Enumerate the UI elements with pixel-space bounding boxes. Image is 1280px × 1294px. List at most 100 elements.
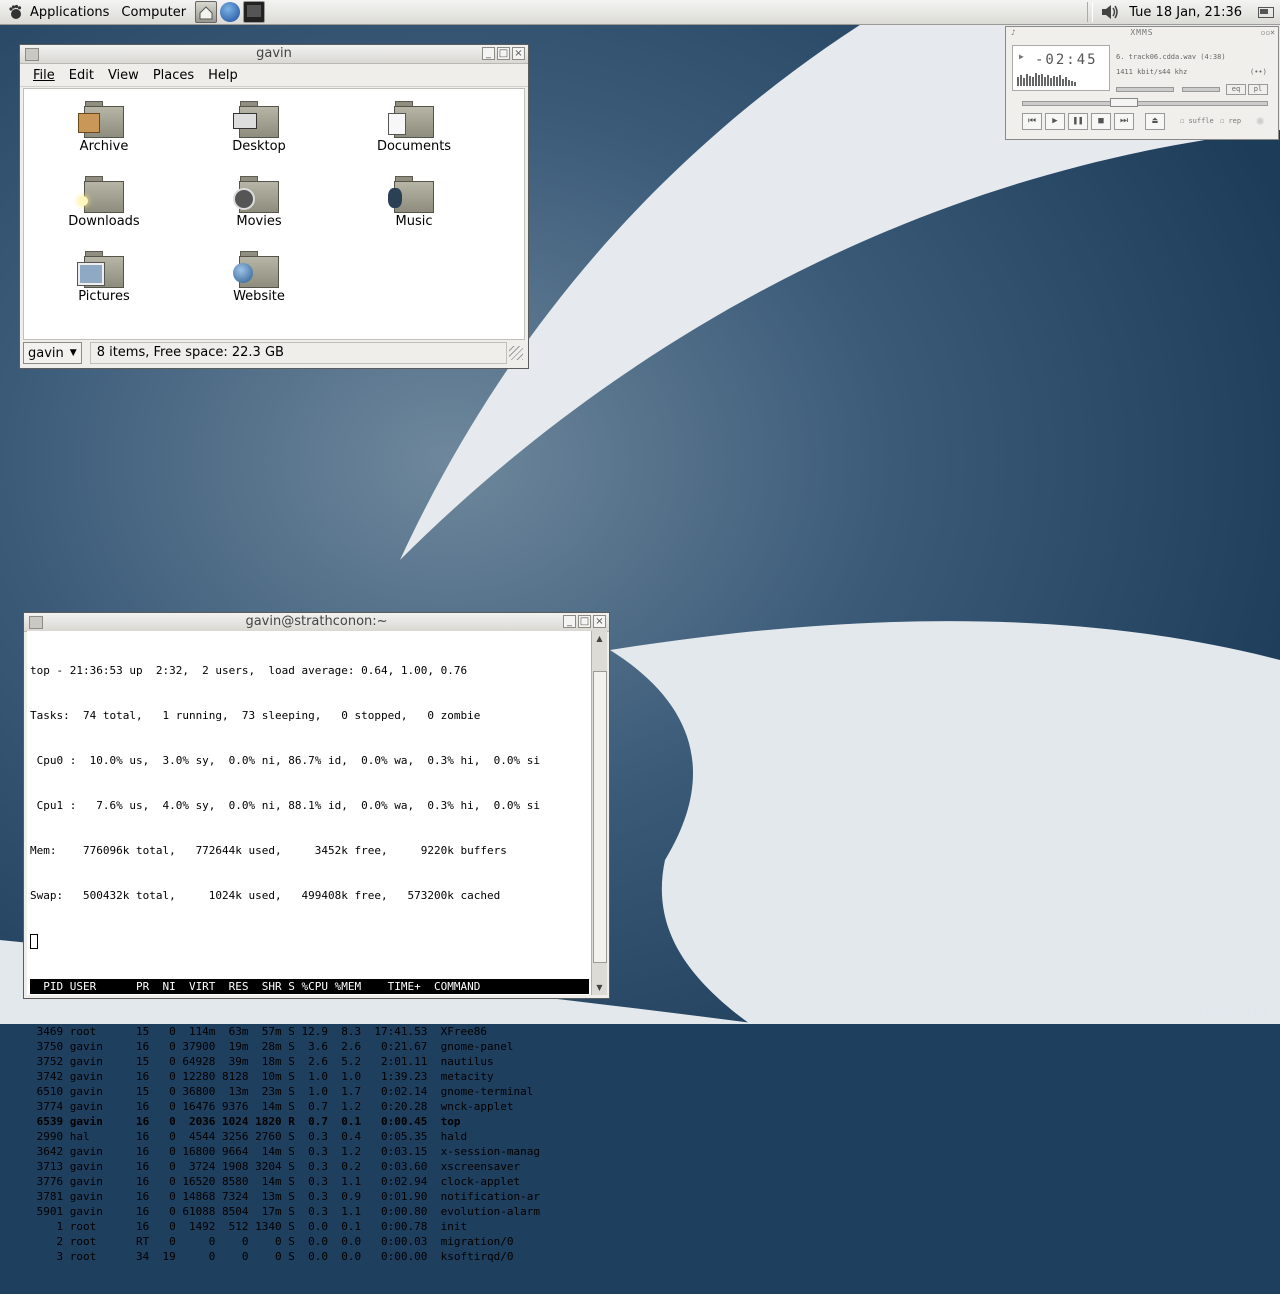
xmms-display: ▶ -02:45 bbox=[1012, 45, 1110, 91]
xmms-seek-thumb[interactable] bbox=[1110, 98, 1138, 107]
folder-icon bbox=[233, 251, 279, 288]
folder-icon bbox=[78, 176, 124, 213]
folder-pictures[interactable]: Pictures bbox=[49, 247, 159, 304]
home-icon[interactable] bbox=[195, 1, 218, 23]
top-summary-line: Cpu1 : 7.6% us, 4.0% sy, 0.0% ni, 88.1% … bbox=[30, 799, 540, 812]
xmms-play-indicator-icon: ▶ bbox=[1019, 52, 1024, 61]
maximize-button[interactable]: □ bbox=[497, 47, 510, 60]
terminal-icon[interactable] bbox=[243, 1, 266, 23]
terminal-content[interactable]: top - 21:36:53 up 2:32, 2 users, load av… bbox=[27, 631, 591, 1263]
maximize-button[interactable]: □ bbox=[578, 615, 591, 628]
xmms-volume-slider[interactable] bbox=[1116, 87, 1174, 92]
terminal-scrollbar[interactable]: ▲ ▼ bbox=[591, 631, 607, 995]
terminal-titlebar[interactable]: gavin@strathconon:~ _ □ × bbox=[24, 613, 609, 632]
process-row: 3469 root 15 0 114m 63m 57m S 12.9 8.3 1… bbox=[30, 1024, 487, 1038]
shuffle-toggle[interactable]: ☐ suffle bbox=[1180, 117, 1214, 125]
gnome-foot-icon[interactable] bbox=[6, 3, 24, 21]
folder-label: Documents bbox=[376, 139, 452, 154]
desktop-emblem-icon bbox=[233, 113, 257, 129]
xmms-pl-button[interactable]: pl bbox=[1248, 84, 1268, 95]
previous-icon[interactable]: ⏮ bbox=[1022, 113, 1042, 130]
xmms-channels: (••) bbox=[1250, 68, 1267, 76]
process-row: 3713 gavin 16 0 3724 1908 3204 S 0.3 0.2… bbox=[30, 1159, 521, 1173]
folder-music[interactable]: Music bbox=[359, 172, 469, 229]
window-title: gavin@strathconon:~ bbox=[245, 614, 388, 629]
close-button[interactable]: × bbox=[512, 47, 525, 60]
menu-help[interactable]: Help bbox=[201, 68, 245, 83]
process-row: 3774 gavin 16 0 16476 9376 14m S 0.7 1.2… bbox=[30, 1099, 514, 1113]
repeat-toggle[interactable]: ☐ rep bbox=[1220, 117, 1241, 125]
folder-icon bbox=[388, 176, 434, 213]
top-summary-line: Cpu0 : 10.0% us, 3.0% sy, 0.0% ni, 86.7%… bbox=[30, 754, 540, 767]
file-manager-titlebar[interactable]: gavin _ □ × bbox=[20, 45, 528, 64]
process-row: 6510 gavin 15 0 36800 13m 23m S 1.0 1.7 … bbox=[30, 1084, 534, 1098]
menu-file[interactable]: File bbox=[26, 68, 62, 83]
film-reel-emblem-icon bbox=[233, 188, 255, 210]
xmms-samplerate: 44 khz bbox=[1162, 68, 1188, 76]
icon-view[interactable]: Archive Desktop Documents Downloads Movi… bbox=[23, 88, 525, 340]
top-panel: Applications Computer Tue 18 Jan, 21:36 bbox=[0, 0, 1280, 25]
battery-icon[interactable] bbox=[1258, 6, 1274, 18]
top-summary-line: Tasks: 74 total, 1 running, 73 sleeping,… bbox=[30, 709, 481, 722]
repeat-label: rep bbox=[1228, 117, 1242, 125]
window-menu-icon[interactable] bbox=[25, 48, 39, 61]
eject-icon[interactable]: ⏏ bbox=[1145, 113, 1165, 130]
xmms-window-buttons[interactable]: ▫▫× bbox=[1261, 27, 1275, 39]
xmms-time[interactable]: -02:45 bbox=[1035, 52, 1098, 68]
window-menu-icon[interactable] bbox=[29, 616, 43, 629]
top-output: top - 21:36:53 up 2:32, 2 users, load av… bbox=[27, 631, 591, 1294]
stop-icon[interactable]: ■ bbox=[1091, 113, 1111, 130]
volume-icon[interactable] bbox=[1099, 2, 1121, 22]
folder-desktop[interactable]: Desktop bbox=[204, 97, 314, 154]
computer-menu[interactable]: Computer bbox=[115, 5, 192, 20]
minimize-button[interactable]: _ bbox=[482, 47, 495, 60]
documents-emblem-icon bbox=[388, 113, 406, 135]
panel-clock[interactable]: Tue 18 Jan, 21:36 bbox=[1129, 5, 1242, 20]
folder-downloads[interactable]: Downloads bbox=[49, 172, 159, 229]
file-manager-window: gavin _ □ × File Edit View Places Help A… bbox=[19, 44, 529, 369]
next-icon[interactable]: ⏭ bbox=[1114, 113, 1134, 130]
xmms-balance-slider[interactable] bbox=[1182, 87, 1220, 92]
xmms-eq-button[interactable]: eq bbox=[1226, 84, 1246, 95]
top-summary-line: Mem: 776096k total, 772644k used, 3452k … bbox=[30, 844, 507, 857]
folder-label: Website bbox=[233, 289, 285, 304]
process-row: 2990 hal 16 0 4544 3256 2760 S 0.3 0.4 0… bbox=[30, 1129, 468, 1143]
box-emblem-icon bbox=[78, 113, 100, 133]
process-row: 6539 gavin 16 0 2036 1024 1820 R 0.7 0.1… bbox=[30, 1114, 461, 1128]
scroll-down-icon[interactable]: ▼ bbox=[592, 980, 607, 995]
terminal-cursor bbox=[30, 933, 591, 949]
scroll-up-icon[interactable]: ▲ bbox=[592, 631, 607, 646]
xmms-seek-bar[interactable] bbox=[1022, 101, 1268, 106]
process-row: 3781 gavin 16 0 14868 7324 13m S 0.3 0.9… bbox=[30, 1189, 540, 1203]
folder-documents[interactable]: Documents bbox=[359, 97, 469, 154]
speaker-emblem-icon bbox=[388, 188, 402, 208]
scrollbar-thumb[interactable] bbox=[593, 671, 607, 963]
location-label: gavin bbox=[28, 345, 64, 361]
applications-menu[interactable]: Applications bbox=[24, 5, 115, 20]
xmms-song-title: 6. track06.cdda.wav (4:38) bbox=[1116, 53, 1226, 61]
process-row: 3776 gavin 16 0 16520 8580 14m S 0.3 1.1… bbox=[30, 1174, 521, 1188]
close-button[interactable]: × bbox=[593, 615, 606, 628]
xmms-titlebar[interactable]: ♪ XMMS ▫▫× bbox=[1006, 27, 1278, 39]
folder-website[interactable]: Website bbox=[204, 247, 314, 304]
location-combo[interactable]: gavin ▼ bbox=[23, 342, 82, 364]
web-browser-icon[interactable] bbox=[220, 2, 241, 22]
menu-view[interactable]: View bbox=[101, 68, 146, 83]
process-row: 3750 gavin 16 0 37900 19m 28m S 3.6 2.6 … bbox=[30, 1039, 514, 1053]
folder-label: Archive bbox=[79, 139, 129, 154]
play-icon[interactable]: ▶ bbox=[1045, 113, 1065, 130]
folder-archive[interactable]: Archive bbox=[49, 97, 159, 154]
window-title: gavin bbox=[256, 46, 292, 61]
resize-grip-icon[interactable] bbox=[509, 346, 523, 360]
menu-places[interactable]: Places bbox=[146, 68, 201, 83]
folder-label: Desktop bbox=[232, 139, 286, 154]
minimize-button[interactable]: _ bbox=[563, 615, 576, 628]
folder-label: Pictures bbox=[78, 289, 130, 304]
xmms-menu-icon[interactable]: ♪ bbox=[1011, 27, 1017, 39]
folder-icon bbox=[77, 251, 124, 288]
folder-movies[interactable]: Movies bbox=[204, 172, 314, 229]
folder-icon bbox=[233, 176, 279, 213]
menu-edit[interactable]: Edit bbox=[62, 68, 101, 83]
process-row: 3642 gavin 16 0 16800 9664 14m S 0.3 1.2… bbox=[30, 1144, 540, 1158]
pause-icon[interactable]: ❚❚ bbox=[1068, 113, 1088, 130]
